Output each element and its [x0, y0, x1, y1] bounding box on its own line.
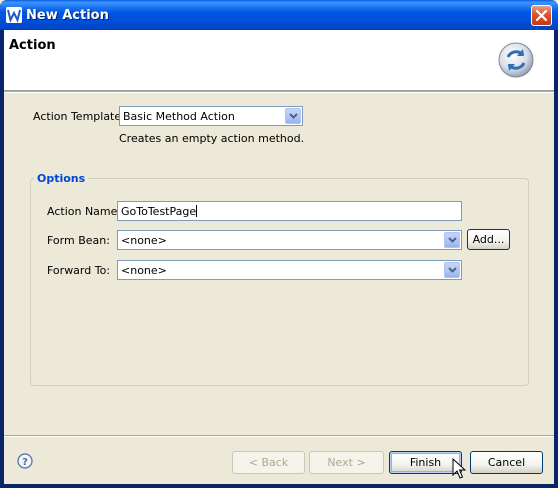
- chevron-down-icon[interactable]: [444, 262, 460, 278]
- forward-to-label: Forward To:: [47, 264, 111, 277]
- text-caret: [196, 205, 198, 217]
- options-group-title: Options: [34, 172, 89, 185]
- help-icon[interactable]: ?: [17, 453, 33, 469]
- page-title: Action: [9, 38, 56, 53]
- action-name-value: GoToTestPage: [121, 205, 197, 218]
- chevron-down-icon[interactable]: [444, 232, 460, 248]
- action-name-label: Action Name:: [47, 205, 122, 218]
- action-name-field[interactable]: GoToTestPage: [117, 201, 462, 221]
- action-template-description: Creates an empty action method.: [119, 132, 305, 145]
- action-template-value: Basic Method Action: [123, 110, 235, 123]
- add-form-bean-button[interactable]: Add...: [467, 229, 510, 250]
- cancel-button[interactable]: Cancel: [470, 451, 543, 474]
- banner-separator: [4, 91, 554, 93]
- close-icon: [535, 9, 548, 22]
- footer-separator: [4, 435, 554, 437]
- action-template-select[interactable]: Basic Method Action: [119, 106, 303, 126]
- wizard-refresh-icon: [496, 40, 536, 80]
- chevron-down-icon[interactable]: [285, 108, 301, 124]
- next-button[interactable]: Next >: [309, 451, 384, 474]
- action-template-label: Action Template:: [33, 110, 125, 123]
- title-bar[interactable]: New Action: [0, 0, 558, 30]
- app-logo-icon: [6, 7, 22, 23]
- form-bean-label: Form Bean:: [47, 234, 110, 247]
- forward-to-value: <none>: [121, 264, 167, 277]
- mouse-pointer-icon: [452, 457, 467, 480]
- dialog-window: New Action Action Action Template: Basic…: [0, 0, 558, 488]
- svg-text:?: ?: [22, 457, 28, 468]
- forward-to-select[interactable]: <none>: [117, 260, 462, 280]
- back-button[interactable]: < Back: [232, 451, 305, 474]
- close-button[interactable]: [531, 5, 552, 26]
- dialog-body: Action Action Template: Basic Method Act…: [4, 30, 554, 484]
- wizard-banner: Action: [4, 30, 554, 91]
- form-bean-value: <none>: [121, 234, 167, 247]
- window-title: New Action: [26, 8, 109, 23]
- form-bean-select[interactable]: <none>: [117, 230, 462, 250]
